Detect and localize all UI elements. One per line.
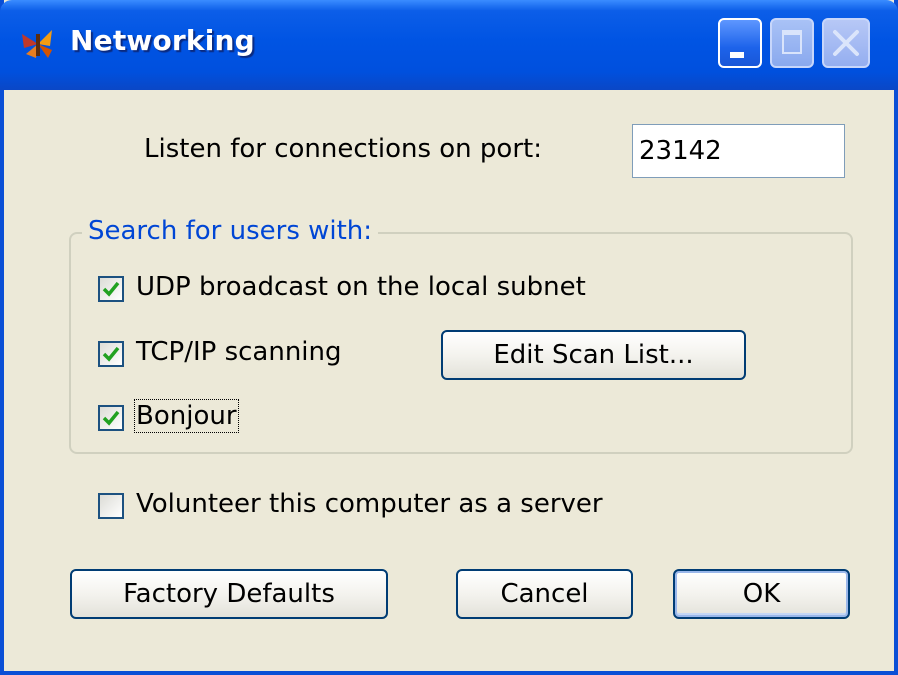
tcp-scanning-label[interactable]: TCP/IP scanning — [136, 337, 342, 367]
bonjour-label[interactable]: Bonjour — [134, 399, 239, 433]
tcp-scanning-checkbox[interactable] — [98, 341, 124, 367]
volunteer-server-label[interactable]: Volunteer this computer as a server — [136, 489, 603, 519]
window-title: Networking — [70, 24, 255, 57]
close-button[interactable] — [822, 18, 870, 68]
factory-defaults-label: Factory Defaults — [123, 579, 335, 609]
close-icon — [833, 30, 859, 56]
udp-broadcast-label[interactable]: UDP broadcast on the local subnet — [136, 272, 586, 302]
edit-scan-list-button[interactable]: Edit Scan List... — [441, 330, 746, 380]
maximize-icon — [782, 30, 802, 54]
cancel-label: Cancel — [500, 579, 589, 609]
port-label: Listen for connections on port: — [144, 134, 542, 164]
search-group-legend: Search for users with: — [82, 216, 379, 246]
udp-broadcast-checkbox[interactable] — [98, 276, 124, 302]
app-icon — [22, 30, 52, 58]
factory-defaults-button[interactable]: Factory Defaults — [70, 569, 388, 619]
cancel-button[interactable]: Cancel — [456, 569, 633, 619]
volunteer-server-checkbox[interactable] — [98, 493, 124, 519]
bonjour-checkbox[interactable] — [98, 405, 124, 431]
port-input[interactable]: 23142 — [632, 124, 845, 178]
checkmark-icon — [102, 346, 120, 362]
ok-label: OK — [742, 579, 781, 609]
checkmark-icon — [102, 281, 120, 297]
title-bar[interactable]: Networking — [0, 0, 898, 90]
checkmark-icon — [102, 410, 120, 426]
maximize-button[interactable] — [770, 18, 814, 68]
networking-dialog: Networking Listen for connections on por… — [0, 0, 898, 675]
minimize-button[interactable] — [718, 18, 762, 68]
ok-button[interactable]: OK — [673, 569, 850, 619]
edit-scan-list-label: Edit Scan List... — [493, 340, 694, 370]
minimize-icon — [730, 52, 744, 58]
